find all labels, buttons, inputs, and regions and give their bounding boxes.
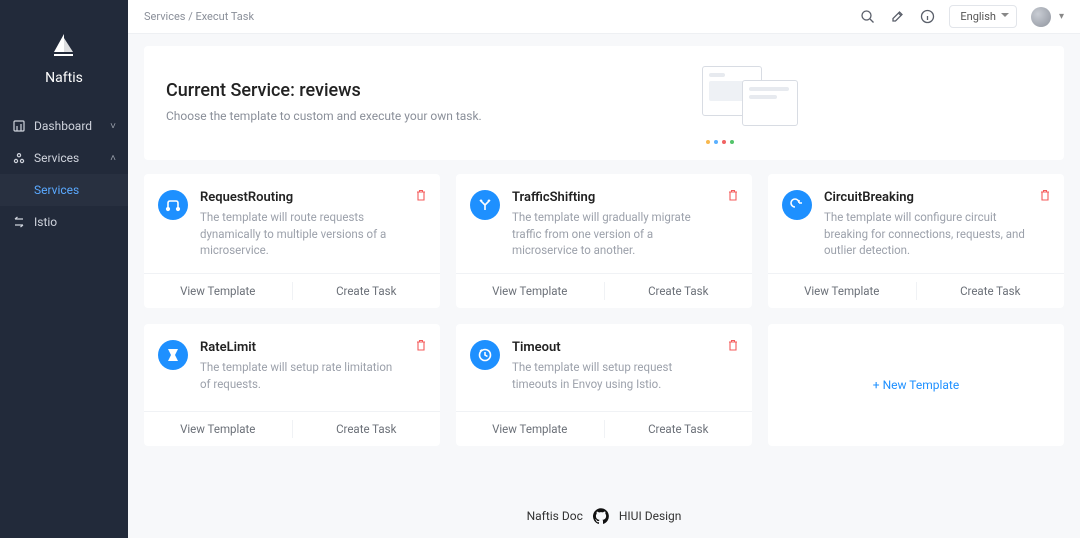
brand-logo-icon: [0, 32, 128, 64]
istio-icon: [12, 215, 26, 229]
template-card-timeout: Timeout The template will setup request …: [456, 324, 752, 446]
topbar-actions: English ▾: [859, 5, 1064, 28]
delete-icon[interactable]: [414, 338, 428, 352]
sidebar-item-istio[interactable]: Istio: [0, 206, 128, 238]
info-icon[interactable]: [919, 9, 935, 25]
card-desc: The template will gradually migrate traf…: [512, 209, 714, 259]
shift-icon: [470, 190, 500, 220]
dashboard-icon: [12, 119, 26, 133]
sidebar-item-label: Dashboard: [34, 119, 92, 133]
create-task-button[interactable]: Create Task: [605, 274, 753, 308]
chevron-down-icon: ˅: [110, 121, 116, 132]
avatar-caret-icon: ▾: [1059, 11, 1064, 22]
sidebar-item-services[interactable]: Services ˄: [0, 142, 128, 174]
template-card-ratelimit: RateLimit The template will setup rate l…: [144, 324, 440, 446]
hero-illustration-icon: [702, 66, 822, 136]
footer-link-doc[interactable]: Naftis Doc: [527, 509, 583, 523]
sidebar-item-dashboard[interactable]: Dashboard ˅: [0, 110, 128, 142]
page-title: Current Service: reviews: [166, 80, 482, 101]
sidebar-item-label: Istio: [34, 215, 57, 229]
template-card-requestrouting: RequestRouting The template will route r…: [144, 174, 440, 308]
avatar[interactable]: [1031, 7, 1051, 27]
create-task-button[interactable]: Create Task: [605, 412, 753, 446]
template-grid: RequestRouting The template will route r…: [144, 174, 1064, 446]
card-title: RateLimit: [200, 340, 402, 355]
footer-link-design[interactable]: HIUI Design: [619, 509, 682, 523]
template-card-circuitbreaking: CircuitBreaking The template will config…: [768, 174, 1064, 308]
view-template-button[interactable]: View Template: [456, 412, 604, 446]
new-template-label: + New Template: [873, 378, 959, 392]
view-template-button[interactable]: View Template: [768, 274, 916, 308]
create-task-button[interactable]: Create Task: [293, 412, 441, 446]
card-desc: The template will setup request timeouts…: [512, 359, 714, 392]
page-subtitle: Choose the template to custom and execut…: [166, 109, 482, 123]
card-desc: The template will setup rate limitation …: [200, 359, 402, 392]
delete-icon[interactable]: [1038, 188, 1052, 202]
edit-icon[interactable]: [889, 9, 905, 25]
language-select-value: English: [960, 10, 996, 23]
view-template-button[interactable]: View Template: [144, 412, 292, 446]
card-title: TrafficShifting: [512, 190, 714, 205]
card-title: Timeout: [512, 340, 714, 355]
delete-icon[interactable]: [726, 338, 740, 352]
github-icon[interactable]: [593, 508, 609, 524]
card-desc: The template will route requests dynamic…: [200, 209, 402, 259]
language-select[interactable]: English: [949, 5, 1017, 28]
create-task-button[interactable]: Create Task: [293, 274, 441, 308]
sidebar-subitem-services[interactable]: Services: [0, 174, 128, 206]
card-title: CircuitBreaking: [824, 190, 1026, 205]
main: Services / Execut Task English ▾: [128, 0, 1080, 538]
card-title: RequestRouting: [200, 190, 402, 205]
brand-name: Naftis: [0, 70, 128, 86]
delete-icon[interactable]: [726, 188, 740, 202]
view-template-button[interactable]: View Template: [456, 274, 604, 308]
hero-card: Current Service: reviews Choose the temp…: [144, 46, 1064, 160]
footer: Naftis Doc HIUI Design: [128, 496, 1080, 538]
delete-icon[interactable]: [414, 188, 428, 202]
search-icon[interactable]: [859, 9, 875, 25]
timeout-icon: [470, 340, 500, 370]
breadcrumb[interactable]: Services / Execut Task: [144, 10, 254, 23]
template-card-trafficshifting: TrafficShifting The template will gradua…: [456, 174, 752, 308]
content: Current Service: reviews Choose the temp…: [128, 34, 1080, 496]
ratelimit-icon: [158, 340, 188, 370]
sidebar-item-label: Services: [34, 151, 79, 165]
create-task-button[interactable]: Create Task: [917, 274, 1065, 308]
breaker-icon: [782, 190, 812, 220]
sidebar-subitem-label: Services: [34, 183, 79, 197]
brand-block: Naftis: [0, 0, 128, 110]
services-icon: [12, 151, 26, 165]
card-desc: The template will configure circuit brea…: [824, 209, 1026, 259]
route-icon: [158, 190, 188, 220]
new-template-button[interactable]: + New Template: [768, 324, 1064, 446]
chevron-up-icon: ˄: [110, 153, 116, 164]
view-template-button[interactable]: View Template: [144, 274, 292, 308]
sidebar: Naftis Dashboard ˅ Services ˄ Services I…: [0, 0, 128, 538]
topbar: Services / Execut Task English ▾: [128, 0, 1080, 34]
